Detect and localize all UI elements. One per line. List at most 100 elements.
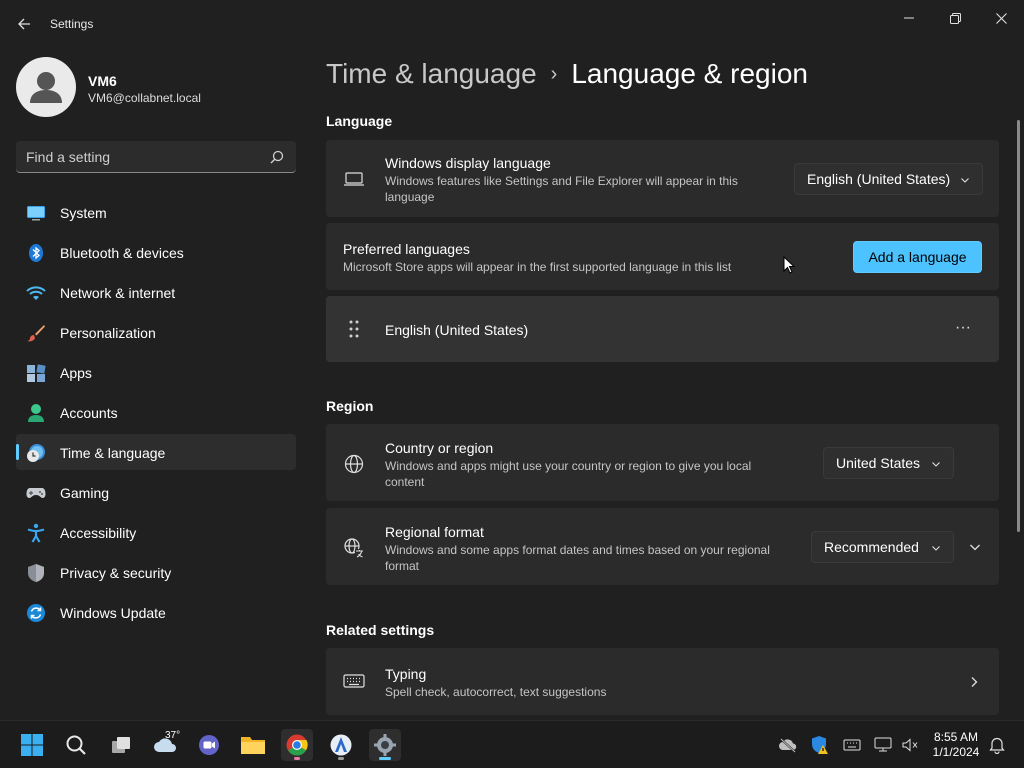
- chevron-down-icon: [932, 462, 940, 467]
- sidebar-item-bluetooth[interactable]: Bluetooth & devices: [16, 234, 296, 270]
- app-button[interactable]: [325, 729, 357, 761]
- speaker-muted-icon: [902, 738, 918, 752]
- search-box[interactable]: [16, 141, 296, 173]
- sidebar-item-label: Personalization: [60, 325, 156, 341]
- sidebar-item-time-language[interactable]: Time & language: [16, 434, 296, 470]
- sidebar-item-label: Accessibility: [60, 525, 137, 541]
- expand-button[interactable]: [962, 534, 988, 560]
- sidebar-item-label: Gaming: [60, 485, 110, 501]
- sidebar-item-windows-update[interactable]: Windows Update: [16, 594, 296, 630]
- language-list-item[interactable]: English (United States) ···: [326, 296, 999, 362]
- sidebar-item-system[interactable]: System: [16, 194, 296, 230]
- windows-logo-icon: [21, 734, 43, 756]
- preferred-languages-card: Preferred languages Microsoft Store apps…: [326, 223, 999, 290]
- bell-icon: [989, 737, 1005, 754]
- file-explorer-button[interactable]: [237, 729, 269, 761]
- avatar: [16, 57, 76, 117]
- sidebar-item-label: System: [60, 205, 107, 221]
- teams-button[interactable]: [193, 729, 225, 761]
- network-monitor-icon: [874, 737, 892, 752]
- sidebar-item-label: Network & internet: [60, 285, 176, 301]
- typing-card[interactable]: Typing Spell check, autocorrect, text su…: [326, 648, 999, 715]
- language-name: English (United States): [385, 322, 529, 338]
- shield-warning-icon: [812, 736, 828, 754]
- cloud-offline-icon: [779, 738, 797, 753]
- brush-icon: [27, 325, 45, 342]
- sidebar-item-privacy[interactable]: Privacy & security: [16, 554, 296, 590]
- running-indicator: [294, 757, 300, 760]
- more-options-icon: ···: [955, 319, 971, 336]
- card-description: Windows features like Settings and File …: [385, 174, 738, 204]
- network-icon: [26, 286, 46, 300]
- chrome-button[interactable]: [281, 729, 313, 761]
- restore-button[interactable]: [935, 6, 975, 30]
- card-title: Regional format: [385, 524, 484, 540]
- taskbar-clock[interactable]: 8:55 AM 1/1/2024: [926, 730, 986, 760]
- sidebar-item-label: Privacy & security: [60, 565, 172, 581]
- regional-format-card[interactable]: Regional format Windows and some apps fo…: [326, 508, 999, 585]
- keyboard-tray-button[interactable]: [842, 735, 862, 755]
- chevron-down-icon: [970, 544, 980, 551]
- breadcrumb: Time & language › Language & region: [326, 58, 808, 90]
- gear-icon: [374, 734, 396, 756]
- dropdown-value: United States: [836, 455, 921, 471]
- security-tray-button[interactable]: [810, 735, 830, 755]
- sidebar-item-personalization[interactable]: Personalization: [16, 314, 296, 350]
- minimize-button[interactable]: [889, 6, 929, 30]
- user-profile[interactable]: VM6 VM6@collabnet.local: [16, 57, 296, 117]
- search-input[interactable]: [26, 141, 266, 172]
- user-name: VM6: [88, 73, 117, 89]
- volume-tray-button[interactable]: [900, 735, 920, 755]
- drag-handle-icon[interactable]: [343, 318, 365, 340]
- time-language-icon: [27, 444, 45, 462]
- chevron-down-icon: [932, 546, 940, 551]
- scrollbar[interactable]: [1017, 120, 1020, 532]
- sidebar-item-label: Apps: [60, 365, 92, 381]
- apps-icon: [27, 364, 46, 382]
- add-language-button[interactable]: Add a language: [853, 241, 982, 273]
- notifications-button[interactable]: [987, 735, 1007, 755]
- more-options-button[interactable]: ···: [946, 314, 980, 342]
- weather-temperature: 37°: [165, 730, 181, 741]
- task-view-button[interactable]: [105, 729, 137, 761]
- keyboard-icon: [843, 739, 861, 751]
- country-region-dropdown[interactable]: United States: [823, 447, 954, 479]
- section-heading-region: Region: [326, 398, 374, 414]
- card-description: Microsoft Store apps will appear in the …: [343, 260, 732, 274]
- dropdown-value: English (United States): [807, 171, 951, 187]
- regional-format-dropdown[interactable]: Recommended: [811, 531, 954, 563]
- display-language-dropdown[interactable]: English (United States): [794, 163, 983, 195]
- app-logo-icon: [330, 734, 352, 756]
- card-title: Windows display language: [385, 155, 551, 171]
- sidebar-item-apps[interactable]: Apps: [16, 354, 296, 390]
- sidebar-item-label: Accounts: [60, 405, 118, 421]
- card-description: Windows and apps might use your country …: [385, 459, 752, 489]
- taskbar-search-button[interactable]: [60, 729, 92, 761]
- clock-time: 8:55 AM: [933, 730, 979, 744]
- sidebar-item-network[interactable]: Network & internet: [16, 274, 296, 310]
- task-view-icon: [112, 737, 130, 753]
- card-title: Preferred languages: [343, 241, 470, 257]
- breadcrumb-parent-link[interactable]: Time & language: [326, 58, 537, 90]
- sidebar-item-gaming[interactable]: Gaming: [16, 474, 296, 510]
- network-tray-button[interactable]: [873, 735, 893, 755]
- running-indicator: [338, 757, 344, 760]
- regional-format-icon: [344, 538, 364, 558]
- section-heading-language: Language: [326, 113, 393, 129]
- back-button[interactable]: [12, 12, 36, 36]
- start-button[interactable]: [16, 729, 48, 761]
- restore-icon: [949, 12, 961, 24]
- back-arrow-icon: [18, 18, 30, 30]
- accounts-icon: [28, 404, 44, 422]
- onedrive-tray-button[interactable]: [778, 735, 798, 755]
- keyboard-icon: [343, 674, 365, 688]
- sidebar-item-accounts[interactable]: Accounts: [16, 394, 296, 430]
- system-icon: [27, 206, 45, 221]
- search-icon[interactable]: [270, 150, 284, 164]
- chevron-down-icon: [961, 178, 969, 183]
- settings-app-button[interactable]: [369, 729, 401, 761]
- sidebar-item-accessibility[interactable]: Accessibility: [16, 514, 296, 550]
- page-title: Language & region: [571, 58, 808, 89]
- close-button[interactable]: [981, 6, 1021, 30]
- card-title: Country or region: [385, 440, 494, 456]
